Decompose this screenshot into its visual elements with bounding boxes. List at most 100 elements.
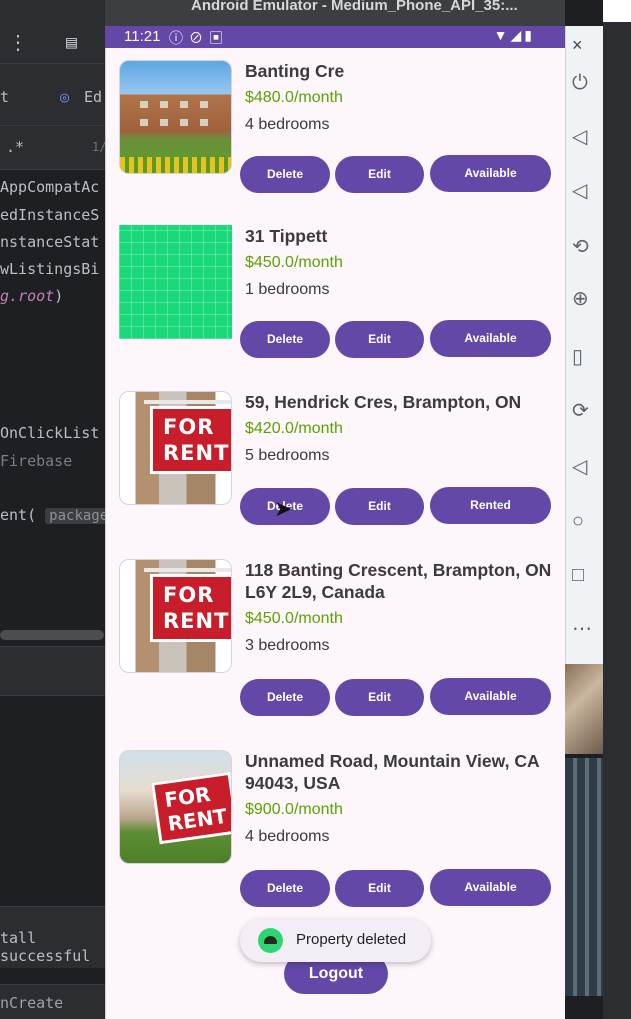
listing-bedrooms: 5 bedrooms [245, 447, 330, 464]
listing-price: $480.0/month [245, 89, 343, 106]
horizontal-scrollbar[interactable] [0, 630, 104, 640]
ide-panel-header [0, 646, 110, 696]
toast-notification: Property deleted [240, 919, 431, 962]
regex-icon[interactable]: .* [6, 138, 24, 156]
listing-bedrooms: 4 bedrooms [245, 828, 330, 845]
delete-button[interactable]: Delete [240, 321, 330, 358]
more-icon[interactable]: ⋯ [572, 614, 604, 644]
emulator-controls: × ⏻ ◁ ◁ ⟲ ⊕ ▯ ⟳ ◁ ○ □ ⋯ [565, 26, 603, 664]
volume-down-icon[interactable]: ◁ [572, 176, 604, 206]
listing-info: Banting Cre $480.0/month 4 bedrooms [245, 60, 563, 135]
edit-button[interactable]: Edit [335, 870, 424, 907]
tool-window-icon[interactable]: ▤ [66, 32, 77, 53]
green-grid-placeholder [119, 225, 232, 339]
sign-line-2: RENT [163, 609, 230, 633]
availability-button[interactable]: Available [430, 320, 551, 357]
delete-button[interactable]: Delete [240, 679, 330, 716]
code-line: nstanceStat [0, 233, 100, 251]
tab-fragment-left[interactable]: t [0, 88, 9, 106]
code-root-word: root [18, 287, 55, 305]
for-rent-sign-photo: FOR RENT [119, 559, 232, 673]
code-line-intent: ent( package [0, 506, 110, 524]
listing-price: $450.0/month [245, 254, 343, 271]
desktop-background-photo [565, 664, 603, 754]
listing-info: Unnamed Road, Mountain View, CA 94043, U… [245, 750, 563, 847]
power-icon[interactable]: ⏻ [572, 68, 604, 98]
listing-info: 31 Tippett $450.0/month 1 bedrooms [245, 225, 563, 300]
flower-bed [120, 157, 231, 173]
overview-icon[interactable]: □ [572, 560, 604, 590]
zoom-icon[interactable]: ⊕ [572, 284, 604, 314]
listing-info: 118 Banting Crescent, Brampton, ON L6Y 2… [245, 559, 563, 656]
app-screen: Banting Cre $480.0/month 4 bedrooms Dele… [105, 48, 565, 1019]
status-notification-icons: ⓘ⊘▣ [169, 30, 229, 46]
status-system-icons: ▼◢▮ [493, 27, 535, 43]
code-line: Firebase [0, 452, 73, 470]
listing-price: $450.0/month [245, 610, 343, 627]
ide-toolbar: ⋮ ▤ [0, 0, 110, 64]
close-icon[interactable]: × [572, 30, 604, 60]
for-rent-sign: FOR RENT [150, 574, 231, 642]
edit-button[interactable]: Edit [335, 156, 424, 193]
emulator-window-title: Android Emulator - Medium_Phone_API_35:.… [105, 0, 565, 26]
listing-title: 31 Tippett [245, 226, 328, 246]
listing-title: Unnamed Road, Mountain View, CA 94043, U… [245, 751, 539, 793]
rotate-right-icon[interactable]: ▯ [572, 342, 604, 372]
listing-info: 59, Hendrick Cres, Brampton, ON $420.0/m… [245, 391, 563, 466]
sign-line-2: RENT [163, 441, 230, 465]
availability-button[interactable]: Available [430, 869, 551, 906]
ide-search-bar[interactable]: .* 1/ [0, 126, 110, 170]
back-icon[interactable]: ◁ [572, 452, 604, 482]
status-time: 11:21 [124, 28, 161, 45]
listing-price: $900.0/month [245, 801, 343, 818]
availability-button[interactable]: Available [430, 678, 551, 715]
listing-title: 59, Hendrick Cres, Brampton, ON [245, 392, 522, 412]
code-line: wListingsBi [0, 260, 100, 278]
code-intent: ent( [0, 506, 37, 524]
build-output: tall successful [0, 906, 110, 968]
android-icon [258, 928, 283, 953]
rotate-left-icon[interactable]: ⟲ [572, 232, 604, 262]
listing-bedrooms: 3 bedrooms [245, 637, 330, 654]
listing-bedrooms: 4 bedrooms [245, 116, 330, 133]
edit-button[interactable]: Edit [335, 321, 424, 358]
house-for-rent-photo: FOR RENT [119, 750, 232, 864]
param-hint: package [45, 508, 110, 524]
delete-button[interactable]: Delete [240, 870, 330, 907]
tab-fragment-label[interactable]: Ed [84, 88, 102, 106]
home-icon[interactable]: ○ [572, 506, 604, 536]
code-line-root: g.root) [0, 287, 63, 305]
ide-tabs: t ◎ Ed [0, 64, 110, 126]
sign-post [144, 400, 231, 404]
sign-line-1: FOR [163, 583, 215, 607]
toast-message: Property deleted [296, 931, 407, 948]
for-rent-sign: FOR RENT [150, 406, 231, 474]
mouse-cursor-icon: ➤ [274, 496, 293, 521]
listing-title: 118 Banting Crescent, Brampton, ON L6Y 2… [245, 560, 552, 602]
breadcrumb-method[interactable]: nCreate [0, 994, 63, 1012]
code-prefix: g. [0, 287, 19, 305]
listing-bedrooms: 1 bedrooms [245, 281, 330, 298]
edit-button[interactable]: Edit [335, 679, 424, 716]
code-suffix: ) [54, 287, 64, 305]
volume-up-icon[interactable]: ◁ [572, 122, 604, 152]
ide-bottom-bar: nCreate [0, 984, 110, 1019]
screenshot-icon[interactable]: ⟳ [572, 396, 604, 426]
desktop-edge [603, 0, 631, 1019]
for-rent-sign-photo: FOR RENT [119, 391, 232, 505]
availability-button[interactable]: Available [430, 155, 551, 192]
sign-post [144, 568, 231, 572]
apartment-building-photo [119, 60, 232, 174]
listing-title: Banting Cre [245, 61, 345, 81]
listing-price: $420.0/month [245, 420, 343, 437]
more-options-icon[interactable]: ⋮ [8, 30, 28, 54]
edit-button[interactable]: Edit [335, 488, 424, 525]
build-message: tall successful [0, 929, 91, 965]
tab-icon: ◎ [60, 88, 70, 106]
sign-line-1: FOR [163, 415, 215, 439]
delete-button[interactable]: Delete [240, 156, 330, 193]
ide-background: ⋮ ▤ t ◎ Ed .* 1/ AppCompatAc edInstanceS… [0, 0, 110, 1019]
code-line: edInstanceS [0, 206, 100, 224]
for-rent-sign: FOR RENT [151, 771, 231, 845]
availability-button[interactable]: Rented [430, 487, 551, 524]
